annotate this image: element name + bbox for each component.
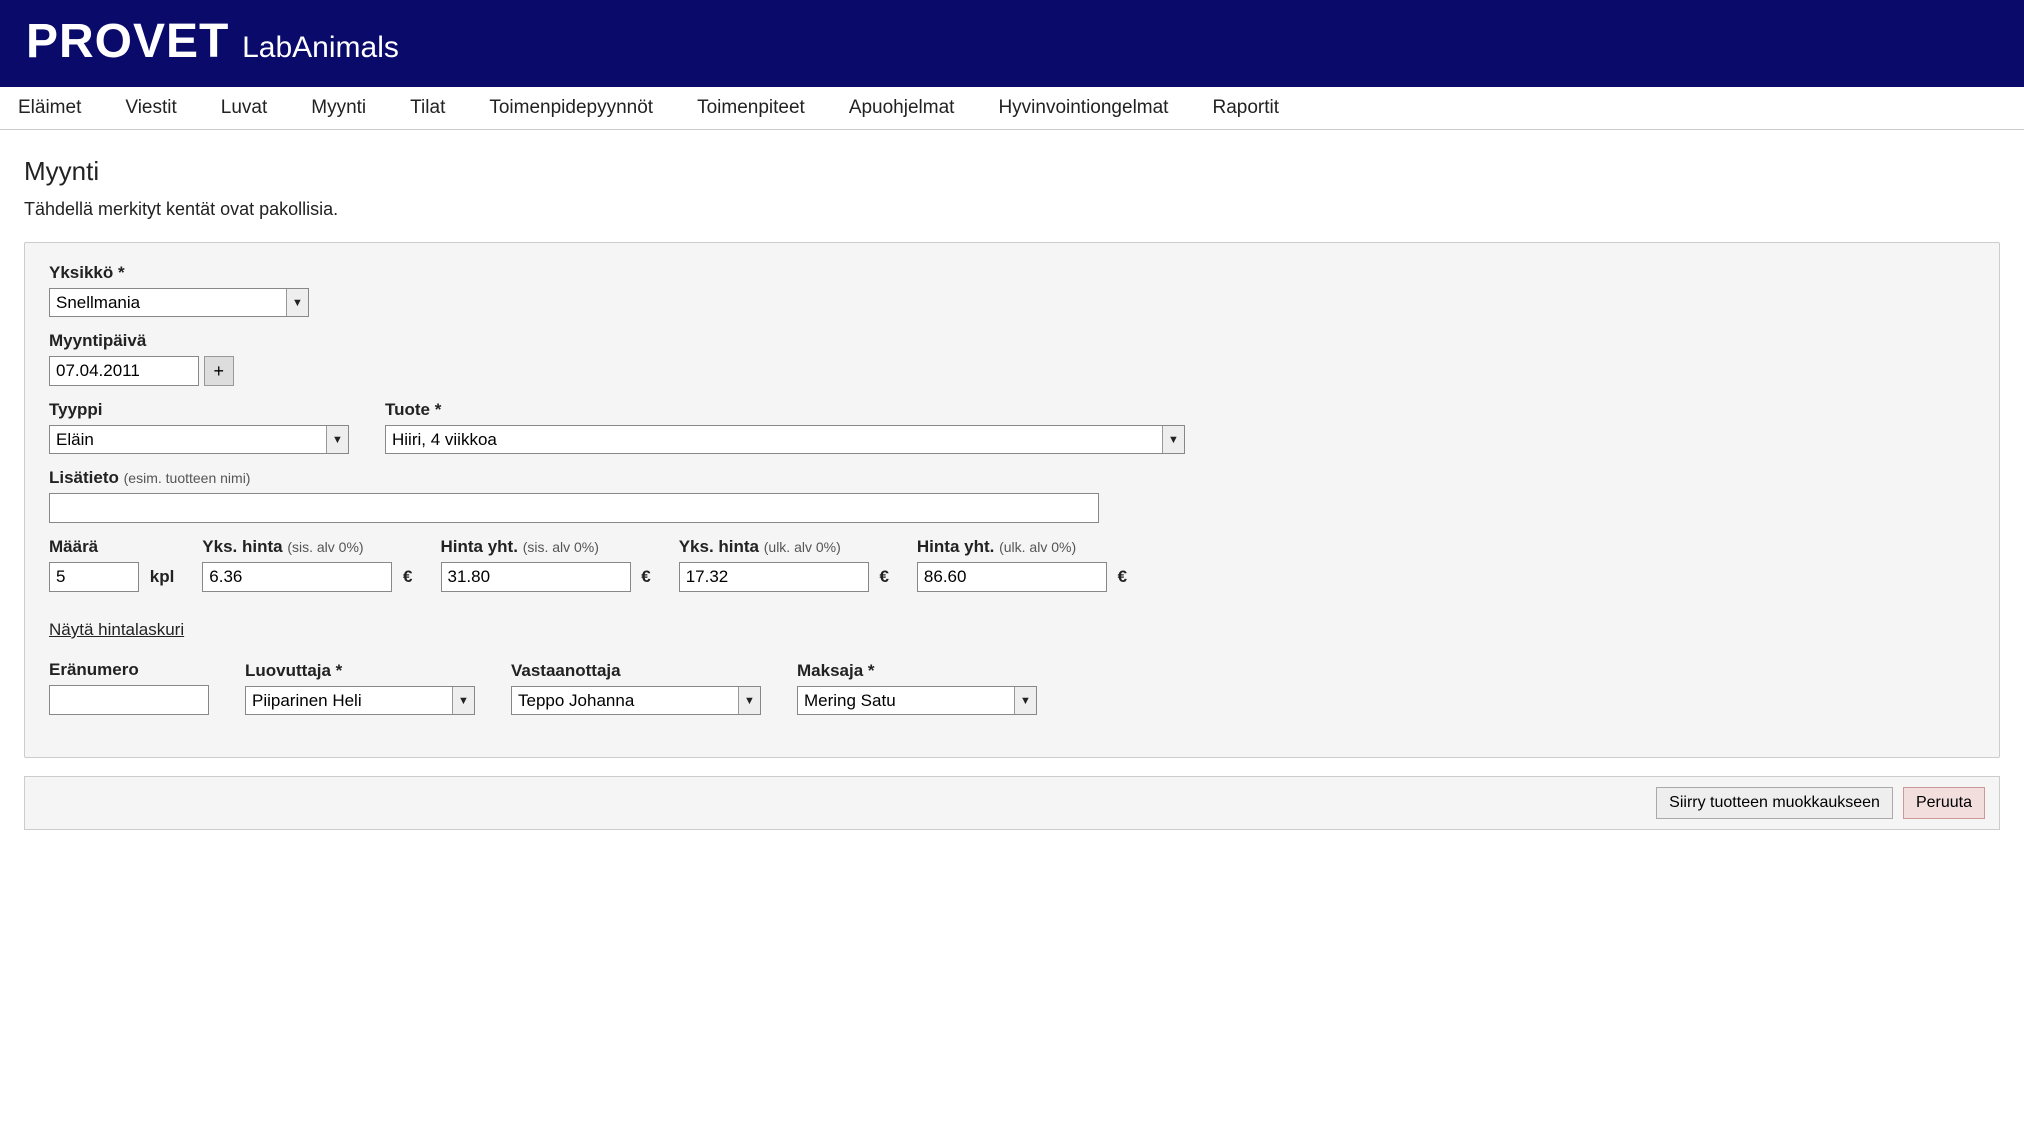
sale-date-input[interactable]	[49, 356, 199, 386]
required-note: Tähdellä merkityt kentät ovat pakollisia…	[24, 199, 2000, 220]
unit-select[interactable]: Snellmania	[49, 288, 309, 317]
payer-select[interactable]: Mering Satu	[797, 686, 1037, 715]
date-label: Myyntipäivä	[49, 331, 1975, 351]
price-calculator-link[interactable]: Näytä hintalaskuri	[49, 620, 184, 640]
currency-label: €	[879, 567, 888, 586]
main-nav: Eläimet Viestit Luvat Myynti Tilat Toime…	[0, 87, 2024, 130]
product-label: Tuote *	[385, 400, 1185, 420]
currency-label: €	[403, 567, 412, 586]
goto-edit-button[interactable]: Siirry tuotteen muokkaukseen	[1656, 787, 1893, 819]
unitprice-in-label: Yks. hinta (sis. alv 0%)	[202, 537, 418, 557]
giver-select[interactable]: Piiparinen Heli	[245, 686, 475, 715]
brand-name: PROVET	[26, 15, 229, 68]
total-ex-label: Hinta yht. (ulk. alv 0%)	[917, 537, 1133, 557]
page-title: Myynti	[24, 156, 2000, 187]
giver-label: Luovuttaja *	[245, 661, 475, 681]
receiver-label: Vastaanottaja	[511, 661, 761, 681]
unitprice-ex-label: Yks. hinta (ulk. alv 0%)	[679, 537, 895, 557]
type-label: Tyyppi	[49, 400, 349, 420]
total-ex-input[interactable]	[917, 562, 1107, 592]
qty-input[interactable]	[49, 562, 139, 592]
nav-elaimet[interactable]: Eläimet	[18, 97, 81, 119]
qty-unit: kpl	[150, 567, 175, 586]
nav-hyvinvointiongelmat[interactable]: Hyvinvointiongelmat	[998, 97, 1168, 119]
batch-input[interactable]	[49, 685, 209, 715]
date-picker-button[interactable]: +	[204, 356, 234, 386]
total-in-input[interactable]	[441, 562, 631, 592]
unit-label: Yksikkö *	[49, 263, 1975, 283]
extra-info-input[interactable]	[49, 493, 1099, 523]
nav-myynti[interactable]: Myynti	[311, 97, 366, 119]
total-in-label: Hinta yht. (sis. alv 0%)	[441, 537, 657, 557]
app-header: PROVET LabAnimals	[0, 0, 2024, 87]
product-select[interactable]: Hiiri, 4 viikkoa	[385, 425, 1185, 454]
batch-label: Eränumero	[49, 660, 209, 680]
brand-sub: LabAnimals	[242, 31, 399, 64]
nav-toimenpidepyynnot[interactable]: Toimenpidepyynnöt	[489, 97, 653, 119]
nav-toimenpiteet[interactable]: Toimenpiteet	[697, 97, 805, 119]
currency-label: €	[641, 567, 650, 586]
action-bar: Siirry tuotteen muokkaukseen Peruuta	[24, 776, 2000, 830]
qty-label: Määrä	[49, 537, 180, 557]
receiver-select[interactable]: Teppo Johanna	[511, 686, 761, 715]
nav-viestit[interactable]: Viestit	[125, 97, 176, 119]
form-panel: Yksikkö * Snellmania ▼ Myyntipäivä + Tyy…	[24, 242, 2000, 758]
nav-apuohjelmat[interactable]: Apuohjelmat	[849, 97, 955, 119]
nav-luvat[interactable]: Luvat	[221, 97, 267, 119]
extra-label: Lisätieto (esim. tuotteen nimi)	[49, 468, 1975, 488]
nav-tilat[interactable]: Tilat	[410, 97, 445, 119]
currency-label: €	[1118, 567, 1127, 586]
nav-raportit[interactable]: Raportit	[1212, 97, 1279, 119]
cancel-button[interactable]: Peruuta	[1903, 787, 1985, 819]
type-select[interactable]: Eläin	[49, 425, 349, 454]
unitprice-in-input[interactable]	[202, 562, 392, 592]
unitprice-ex-input[interactable]	[679, 562, 869, 592]
payer-label: Maksaja *	[797, 661, 1037, 681]
